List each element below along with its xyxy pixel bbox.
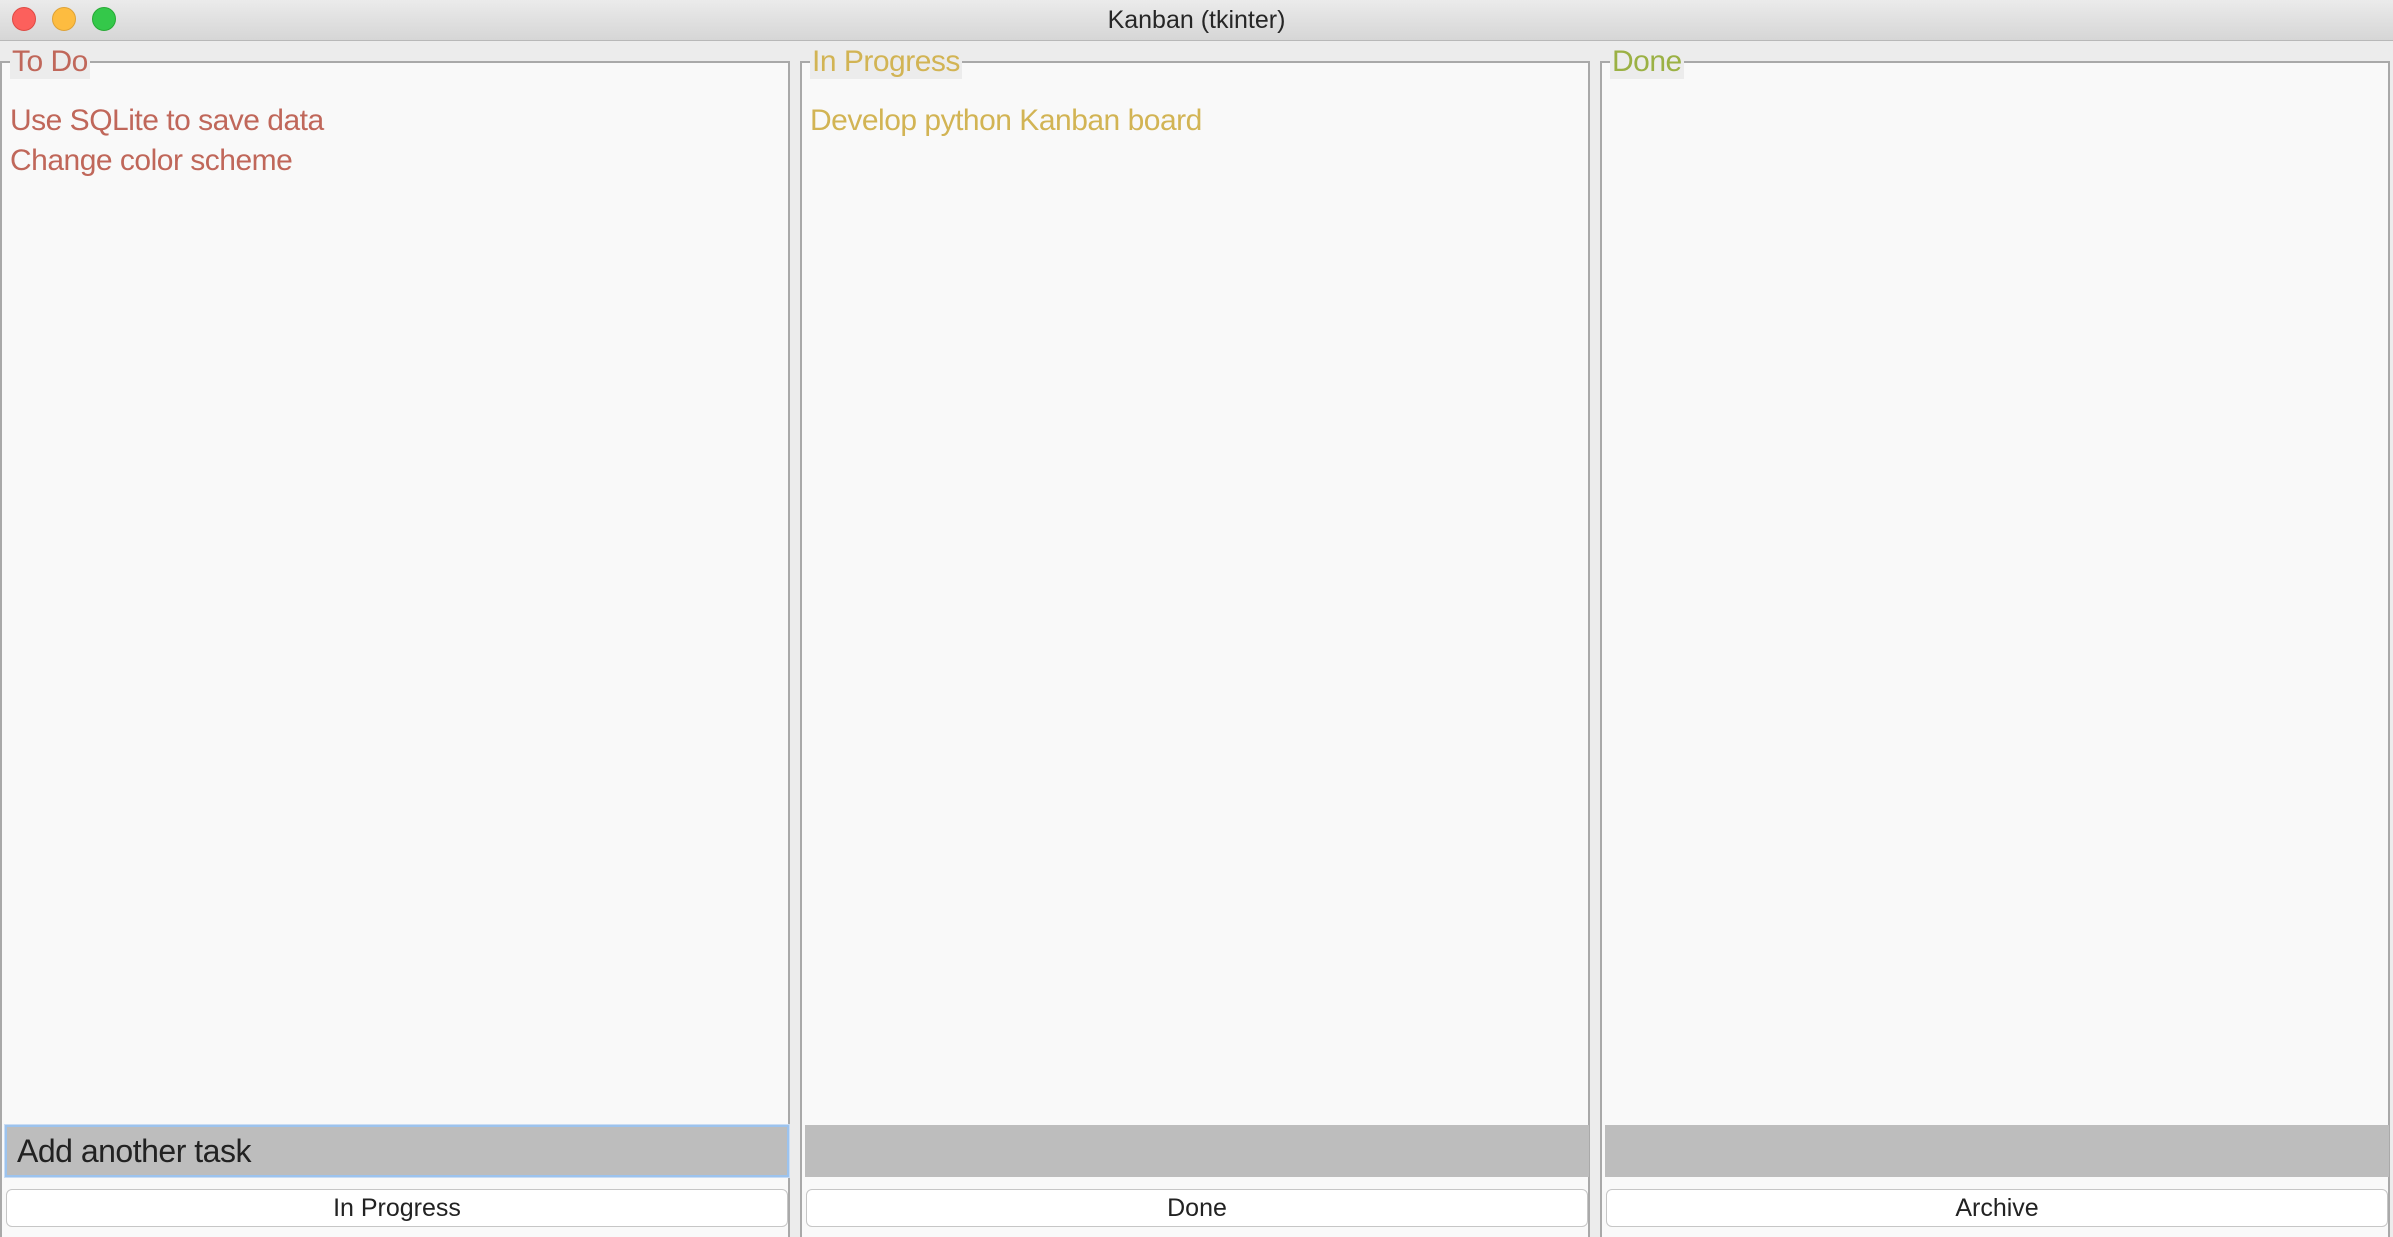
task-item[interactable]: Use SQLite to save data xyxy=(10,101,324,141)
column-todo-task-input[interactable] xyxy=(5,1125,789,1177)
kanban-board: To Do Use SQLite to save data Change col… xyxy=(0,41,2393,1237)
move-to-done-button[interactable]: Done xyxy=(806,1189,1588,1227)
column-in-progress-task-list[interactable]: Develop python Kanban board xyxy=(810,101,1202,141)
task-item[interactable]: Change color scheme xyxy=(10,141,324,181)
column-in-progress-frame xyxy=(800,61,1590,1237)
column-in-progress: In Progress Develop python Kanban board … xyxy=(800,41,1594,1237)
column-todo: To Do Use SQLite to save data Change col… xyxy=(0,41,794,1237)
column-todo-title: To Do xyxy=(10,45,90,79)
column-in-progress-title: In Progress xyxy=(810,45,962,79)
column-in-progress-task-input[interactable] xyxy=(805,1125,1589,1177)
app-window: Kanban (tkinter) To Do Use SQLite to sav… xyxy=(0,0,2393,1237)
column-todo-task-list[interactable]: Use SQLite to save data Change color sch… xyxy=(10,101,324,181)
title-bar[interactable]: Kanban (tkinter) xyxy=(0,0,2393,41)
column-done-title: Done xyxy=(1610,45,1684,79)
window-title: Kanban (tkinter) xyxy=(1107,6,1286,34)
task-item[interactable]: Develop python Kanban board xyxy=(810,101,1202,141)
move-to-in-progress-button[interactable]: In Progress xyxy=(6,1189,788,1227)
column-done-task-input[interactable] xyxy=(1605,1125,2389,1177)
archive-button[interactable]: Archive xyxy=(1606,1189,2388,1227)
column-done-frame xyxy=(1600,61,2390,1237)
column-done: Done Archive xyxy=(1600,41,2393,1237)
column-todo-frame xyxy=(0,61,790,1237)
